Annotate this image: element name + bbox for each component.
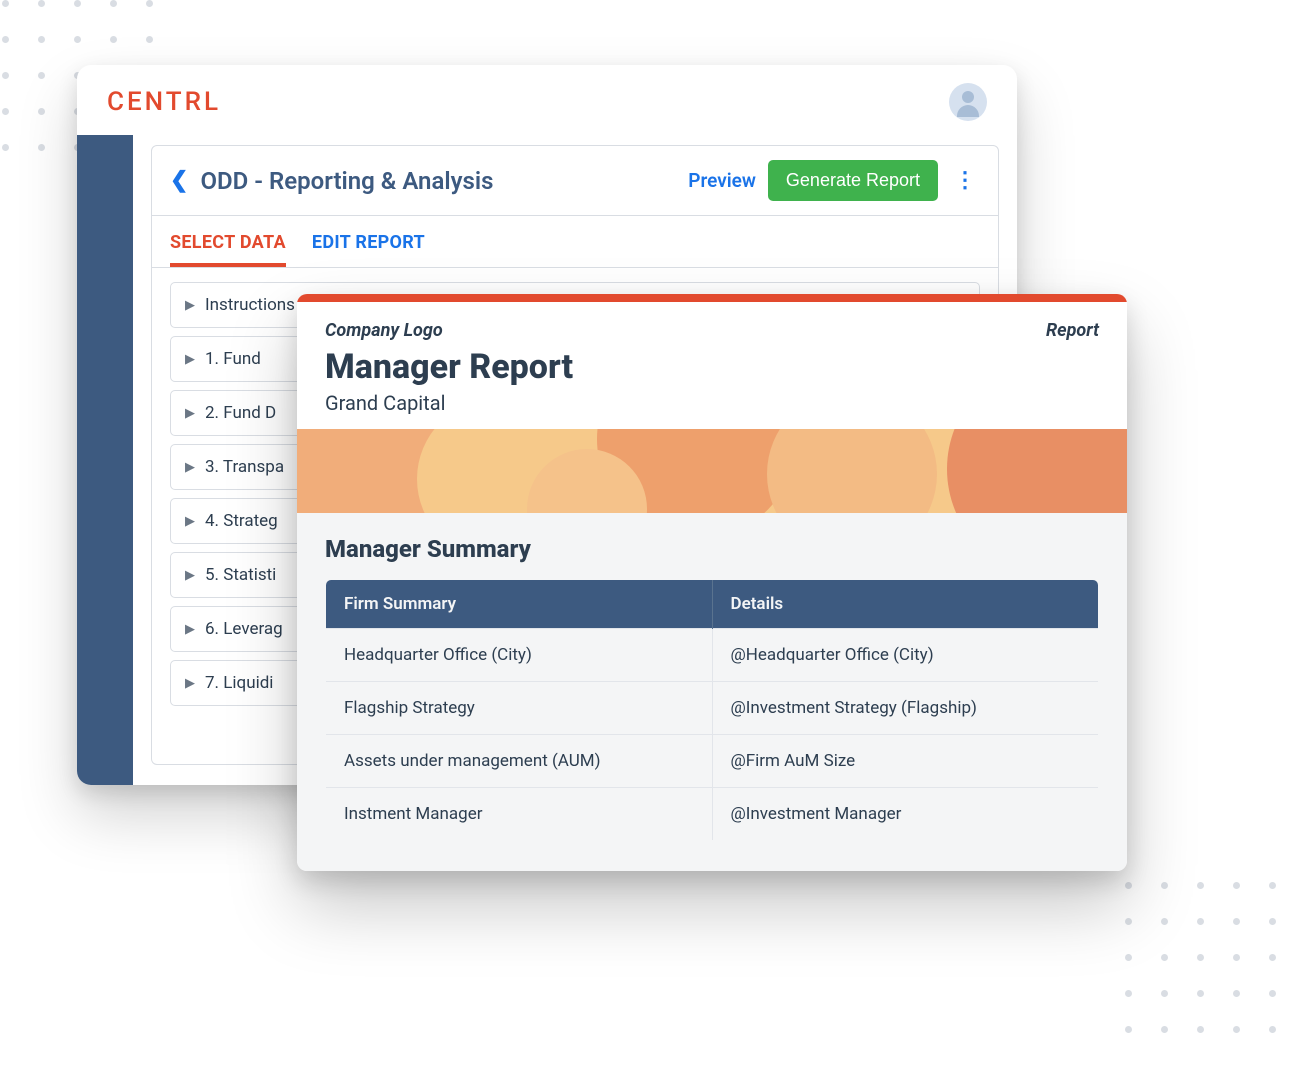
table-row: Headquarter Office (City) @Headquarter O… xyxy=(326,629,1099,682)
page-title: ODD - Reporting & Analysis xyxy=(200,167,676,195)
report-body: Manager Summary Firm Summary Details Hea… xyxy=(297,513,1127,871)
chevron-right-icon: ▶ xyxy=(185,406,195,421)
avatar[interactable] xyxy=(949,83,987,121)
company-logo-placeholder: Company Logo xyxy=(325,320,443,341)
more-menu-icon[interactable]: ⋮ xyxy=(950,168,980,193)
chevron-right-icon: ▶ xyxy=(185,298,195,313)
generate-report-button[interactable]: Generate Report xyxy=(768,160,938,201)
chevron-right-icon: ▶ xyxy=(185,622,195,637)
preview-link[interactable]: Preview xyxy=(688,169,756,192)
section-label: 5. Statisti xyxy=(205,565,276,585)
cell-firm: Flagship Strategy xyxy=(326,682,713,735)
chevron-right-icon: ▶ xyxy=(185,352,195,367)
report-header: Company Logo Report Manager Report Grand… xyxy=(297,302,1127,429)
section-label: 6. Leverag xyxy=(205,619,283,639)
brand-logo: CENTRL xyxy=(107,87,221,117)
table-header-details: Details xyxy=(712,580,1099,629)
summary-title: Manager Summary xyxy=(325,535,1099,563)
back-chevron-icon[interactable]: ❮ xyxy=(170,168,188,193)
sidebar-strip xyxy=(77,135,133,785)
table-header-firm: Firm Summary xyxy=(326,580,713,629)
section-label: 3. Transpa xyxy=(205,457,284,477)
cell-detail: @Investment Manager xyxy=(712,788,1099,841)
cell-detail: @Investment Strategy (Flagship) xyxy=(712,682,1099,735)
table-row: Instment Manager @Investment Manager xyxy=(326,788,1099,841)
chevron-right-icon: ▶ xyxy=(185,568,195,583)
cell-firm: Assets under management (AUM) xyxy=(326,735,713,788)
section-label: 4. Strateg xyxy=(205,511,278,531)
chevron-right-icon: ▶ xyxy=(185,460,195,475)
section-label: 2. Fund D xyxy=(205,403,276,423)
decorative-pattern-band xyxy=(297,429,1127,513)
cell-firm: Instment Manager xyxy=(326,788,713,841)
decorative-dots-bottom xyxy=(1125,882,1277,1034)
section-label: 1. Fund xyxy=(205,349,261,369)
summary-table: Firm Summary Details Headquarter Office … xyxy=(325,579,1099,841)
report-subtitle: Grand Capital xyxy=(325,391,1099,415)
table-row: Assets under management (AUM) @Firm AuM … xyxy=(326,735,1099,788)
section-label: Instructions xyxy=(205,295,295,315)
tab-edit-report[interactable]: EDIT REPORT xyxy=(312,232,425,267)
panel-header: ❮ ODD - Reporting & Analysis Preview Gen… xyxy=(152,146,998,216)
report-title: Manager Report xyxy=(325,347,1099,387)
table-row: Flagship Strategy @Investment Strategy (… xyxy=(326,682,1099,735)
app-header: CENTRL xyxy=(77,65,1017,135)
report-preview-card: Company Logo Report Manager Report Grand… xyxy=(297,294,1127,871)
section-label: 7. Liquidi xyxy=(205,673,273,693)
cell-detail: @Headquarter Office (City) xyxy=(712,629,1099,682)
chevron-right-icon: ▶ xyxy=(185,676,195,691)
report-accent-bar xyxy=(297,294,1127,302)
chevron-right-icon: ▶ xyxy=(185,514,195,529)
report-type-label: Report xyxy=(1046,320,1099,341)
cell-detail: @Firm AuM Size xyxy=(712,735,1099,788)
tab-select-data[interactable]: SELECT DATA xyxy=(170,232,286,267)
cell-firm: Headquarter Office (City) xyxy=(326,629,713,682)
tabs: SELECT DATA EDIT REPORT xyxy=(152,216,998,268)
